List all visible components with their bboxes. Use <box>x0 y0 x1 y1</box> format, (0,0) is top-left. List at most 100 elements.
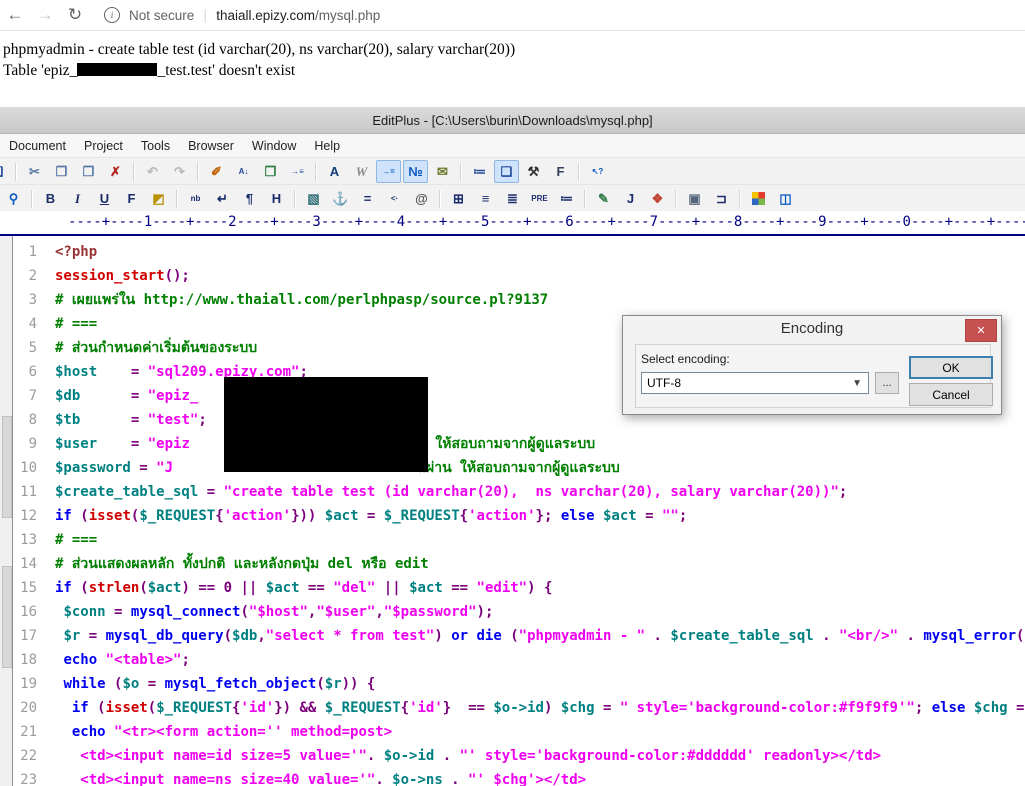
code-line-16[interactable]: 16 $conn = mysql_connect("$host","$user"… <box>0 600 1025 624</box>
color-palette-button[interactable]: ◩ <box>146 187 171 210</box>
encoding-dialog: Encoding ✕ Select encoding: UTF-8 ▼ ... … <box>622 315 1002 415</box>
script-button[interactable]: ✎ <box>591 187 616 210</box>
copy-format-button[interactable]: ❐ <box>258 160 283 183</box>
menu-window[interactable]: Window <box>243 139 305 153</box>
left-scroll-strip[interactable] <box>0 236 13 786</box>
find-brush-button[interactable]: ✐ <box>204 160 229 183</box>
right-align-button[interactable]: ≣ <box>500 187 525 210</box>
code-line-23[interactable]: 23 <td><input name=ns size=40 value='". … <box>0 768 1025 786</box>
user-tools-button[interactable]: ⚒ <box>521 160 546 183</box>
menu-help[interactable]: Help <box>305 139 349 153</box>
font-tag-button[interactable]: F <box>119 187 144 210</box>
table-button[interactable]: ⊞ <box>446 187 471 210</box>
object-button[interactable]: ❖ <box>645 187 670 210</box>
function-list-button[interactable]: F <box>548 160 573 183</box>
email-link-button[interactable]: @ <box>409 187 434 210</box>
show-tabs-button[interactable]: →= <box>376 160 401 183</box>
page-line-1: phpmyadmin - create table test (id varch… <box>3 41 516 58</box>
encoding-select[interactable]: UTF-8 ▼ <box>641 372 869 394</box>
hr-button[interactable]: = <box>355 187 380 210</box>
code-line-12[interactable]: 12 if (isset($_REQUEST{'action'})) $act =… <box>0 504 1025 528</box>
paragraph-button[interactable]: ¶ <box>237 187 262 210</box>
code-line-11[interactable]: 11 $create_table_sql = "create table test… <box>0 480 1025 504</box>
code-line-21[interactable]: 21 echo "<tr><form action='' method=post… <box>0 720 1025 744</box>
anchor-button[interactable]: ⚓ <box>328 187 353 210</box>
code-line-17[interactable]: 17 $r = mysql_db_query($db,"select * fro… <box>0 624 1025 648</box>
folder-button[interactable]: ▣ <box>682 187 707 210</box>
toolbar-html: ⚲ B I U F ◩ nb ↵ ¶ H ▧ ⚓ = <· @ ⊞ ≡ ≣ PRE ≔ ✎ J ❖ ▣ ⊐ ◫ <box>0 184 1025 213</box>
code-line-13[interactable]: 13 # === <box>0 528 1025 552</box>
side-panel-button[interactable]: ❑ <box>494 160 519 183</box>
word-wrap-button[interactable]: W <box>349 160 374 183</box>
screen: ← → ↻ i Not secure | thaiall.epizy.com/m… <box>0 0 1025 786</box>
line-numbers-button[interactable]: № <box>403 160 428 183</box>
document-list-button[interactable]: ≔ <box>467 160 492 183</box>
cut-button[interactable]: ✂ <box>22 160 47 183</box>
nbsp-button[interactable]: nb <box>183 187 208 210</box>
code-line-15[interactable]: 15 if (strlen($act) == 0 || $act == "del"… <box>0 576 1025 600</box>
new-document-button[interactable]: ❑ <box>0 160 10 183</box>
toolbar-separator <box>439 189 441 208</box>
strip-thumb[interactable] <box>2 416 12 518</box>
ok-button[interactable]: OK <box>909 356 993 379</box>
context-help-button[interactable]: ↖? <box>585 160 610 183</box>
font-button[interactable]: A <box>322 160 347 183</box>
address-bar[interactable]: i Not secure | thaiall.epizy.com/mysql.p… <box>104 7 380 24</box>
code-line-3[interactable]: 3 # เผยแพร่ใน http://www.thaiall.com/perl… <box>0 288 1025 312</box>
heading-button[interactable]: H <box>264 187 289 210</box>
select-tag-button[interactable]: ⊐ <box>709 187 734 210</box>
code-line-2[interactable]: 2 session_start(); <box>0 264 1025 288</box>
code-text: <?php <box>55 244 98 260</box>
code-text: $r = mysql_db_query($db,"select * from t… <box>63 628 1025 644</box>
delete-button[interactable]: ✗ <box>103 160 128 183</box>
copy-button[interactable]: ❐ <box>49 160 74 183</box>
toolbar-standard: ❑✂❐❒✗↶↷✐A↓❐→≡AW→=№✉≔❑⚒F↖? <box>0 157 1025 185</box>
undo-button[interactable]: ↶ <box>140 160 165 183</box>
code-text: # เผยแพร่ใน http://www.thaiall.com/perlp… <box>55 292 549 308</box>
underline-button[interactable]: U <box>92 187 117 210</box>
code-line-18[interactable]: 18 echo "<table>"; <box>0 648 1025 672</box>
java-applet-button[interactable]: J <box>618 187 643 210</box>
redo-button[interactable]: ↷ <box>167 160 192 183</box>
split-frame-button[interactable]: ◫ <box>773 187 798 210</box>
line-break-button[interactable]: ↵ <box>210 187 235 210</box>
indent-list-button[interactable]: →≡ <box>285 160 310 183</box>
security-label: Not secure <box>129 7 195 23</box>
info-icon[interactable]: i <box>104 7 120 23</box>
tag-button[interactable]: <· <box>382 187 407 210</box>
column-ruler: ----+----1----+----2----+----3----+----4… <box>0 211 1025 236</box>
url-host: thaiall.epizy.com <box>216 7 315 23</box>
refresh-icon[interactable]: ↻ <box>60 5 90 25</box>
image-button[interactable]: ▧ <box>301 187 326 210</box>
code-line-10[interactable]: 10 $password = "J สผ่าน ให้สอบถามจากผู้ดู… <box>0 456 1025 480</box>
italic-button[interactable]: I <box>65 187 90 210</box>
menu-project[interactable]: Project <box>75 139 132 153</box>
code-line-19[interactable]: 19 while ($o = mysql_fetch_object($r)) { <box>0 672 1025 696</box>
list-button[interactable]: ≔ <box>554 187 579 210</box>
menu-browser[interactable]: Browser <box>179 139 243 153</box>
code-line-14[interactable]: 14 # ส่วนแสดงผลหลัก ทั้งปกติ และหลังกดปุ่… <box>0 552 1025 576</box>
forward-icon[interactable]: → <box>30 5 60 25</box>
pre-button[interactable]: PRE <box>527 187 552 210</box>
cancel-button[interactable]: Cancel <box>909 383 993 406</box>
browser-preview-button[interactable]: ⚲ <box>1 187 26 210</box>
menu-tools[interactable]: Tools <box>132 139 179 153</box>
send-mail-button[interactable]: ✉ <box>430 160 455 183</box>
browse-button[interactable]: ... <box>875 372 899 394</box>
sort-button[interactable]: A↓ <box>231 160 256 183</box>
menu-document[interactable]: Document <box>0 139 75 153</box>
code-line-1[interactable]: 1 <?php <box>0 240 1025 264</box>
back-icon[interactable]: ← <box>0 5 30 25</box>
code-line-20[interactable]: 20 if (isset($_REQUEST{'id'}) && $_REQUE… <box>0 696 1025 720</box>
code-text: $conn = mysql_connect("$host","$user","$… <box>63 604 494 620</box>
strip-thumb[interactable] <box>2 566 12 668</box>
code-text: if (isset($_REQUEST{'id'}) && $_REQUEST{… <box>71 700 1025 716</box>
activex-button[interactable] <box>746 187 771 210</box>
bold-button[interactable]: B <box>38 187 63 210</box>
redaction-box-page <box>77 63 158 76</box>
code-line-9[interactable]: 9 $user = "epiz ช้ ให้สอบถามจากผู้ดูแลระบ… <box>0 432 1025 456</box>
code-line-22[interactable]: 22 <td><input name=id size=5 value='". $… <box>0 744 1025 768</box>
center-align-button[interactable]: ≡ <box>473 187 498 210</box>
paste-button[interactable]: ❒ <box>76 160 101 183</box>
close-icon[interactable]: ✕ <box>965 319 997 342</box>
